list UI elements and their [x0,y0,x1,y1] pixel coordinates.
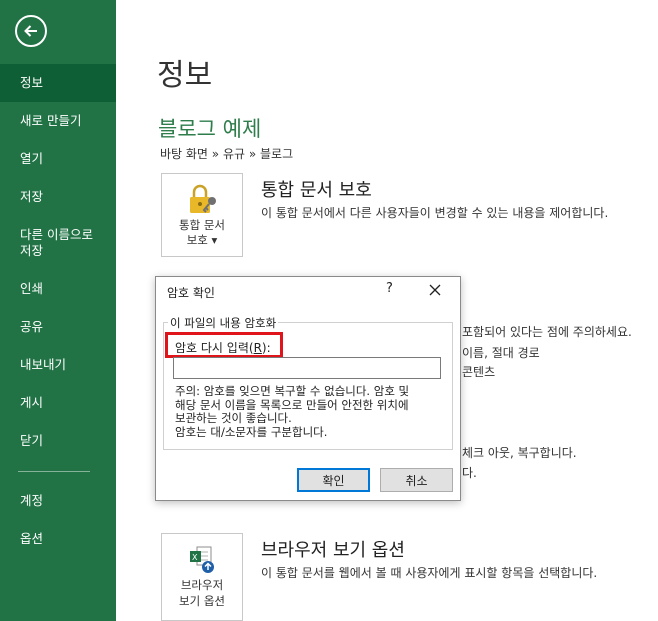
close-icon[interactable] [428,283,442,297]
document-name: 블로그 예제 [158,117,262,141]
nav-open[interactable]: 열기 [0,151,116,167]
svg-text:X: X [192,553,198,562]
breadcrumb: 바탕 화면 » 유규 » 블로그 [160,147,294,161]
nav-export[interactable]: 내보내기 [0,357,116,373]
highlight-box [165,332,283,358]
nav-share[interactable]: 공유 [0,319,116,335]
nav-new[interactable]: 새로 만들기 [0,113,116,129]
backstage-sidebar: 정보 새로 만들기 열기 저장 다른 이름으로 저장 인쇄 공유 내보내기 게시… [0,0,116,621]
browser-view-options-button[interactable]: X 브라우저 보기 옵션 [161,533,243,621]
browser-tile-label-1: 브라우저 [180,578,224,592]
back-arrow-icon [24,25,37,37]
nav-publish[interactable]: 게시 [0,395,116,411]
notice-line: 보관하는 것이 좋습니다. [175,411,292,425]
inspect-text-fragment: 이름, 절대 경로 [462,346,540,360]
protect-tile-label-2: 보호 ▾ [186,233,218,247]
help-button[interactable]: ? [386,281,393,296]
nav-print[interactable]: 인쇄 [0,281,116,297]
ok-button[interactable]: 확인 [297,468,370,492]
back-button[interactable] [15,15,47,47]
nav-account[interactable]: 계정 [0,493,116,509]
nav-save[interactable]: 저장 [0,189,116,205]
versions-text-fragment: 다. [462,466,477,480]
versions-text-fragment: 체크 아웃, 복구합니다. [462,446,577,460]
cancel-button[interactable]: 취소 [380,468,453,492]
reenter-password-input[interactable] [173,357,441,379]
browser-tile-label-2: 보기 옵션 [179,594,225,608]
excel-browser-icon: X [190,546,214,573]
nav-close[interactable]: 닫기 [0,433,116,449]
notice-line: 해당 문서 이름을 목록으로 만들어 안전한 위치에 [175,397,409,412]
notice-line: 암호는 대/소문자를 구분합니다. [175,424,328,439]
dialog-title: 암호 확인 [167,286,215,300]
groupbox-label: 이 파일의 내용 암호화 [168,315,279,331]
nav-save-as[interactable]: 다른 이름으로 저장 [0,227,108,259]
inspect-text-fragment: 포함되어 있다는 점에 주의하세요. [462,325,632,339]
browser-title: 브라우저 보기 옵션 [261,540,405,561]
nav-divider [18,471,90,472]
nav-options[interactable]: 옵션 [0,531,116,547]
nav-info[interactable]: 정보 [0,64,116,102]
protect-tile-label-1: 통합 문서 [179,218,225,232]
protect-workbook-button[interactable]: 통합 문서 보호 ▾ [161,173,243,257]
browser-desc: 이 통합 문서를 웹에서 볼 때 사용자에게 표시할 항목을 선택합니다. [261,566,598,580]
protect-desc: 이 통합 문서에서 다른 사용자들이 변경할 수 있는 내용을 제어합니다. [261,206,609,220]
inspect-text-fragment: 콘텐츠 [462,365,496,379]
page-title: 정보 [157,58,213,93]
lock-key-icon [190,184,216,213]
confirm-password-dialog: 암호 확인 ? 이 파일의 내용 암호화 암호 다시 입력(R): 주의: 암호… [155,276,461,501]
protect-title: 통합 문서 보호 [261,180,372,201]
notice-line: 주의: 암호를 잊으면 복구할 수 없습니다. 암호 및 [175,384,410,398]
password-notice: 주의: 암호를 잊으면 복구할 수 없습니다. 암호 및 해당 문서 이름을 목… [175,384,447,439]
